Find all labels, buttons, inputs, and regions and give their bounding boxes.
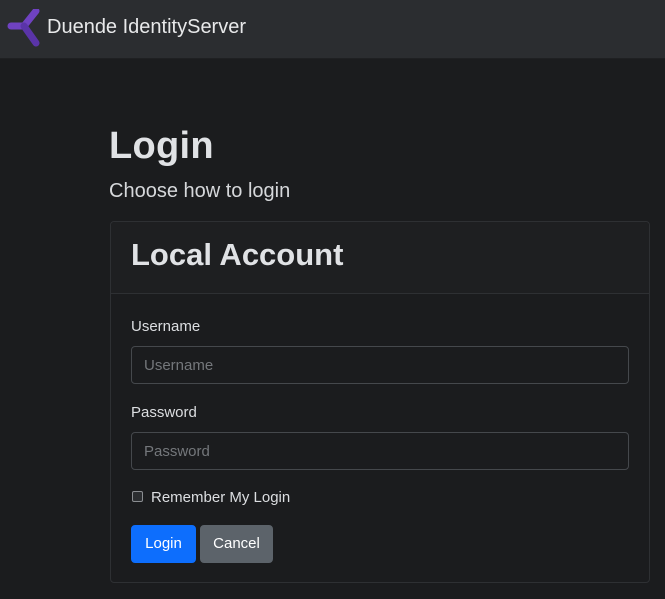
remember-login-label[interactable]: Remember My Login — [151, 489, 290, 507]
page-title: Login — [109, 125, 214, 167]
duende-logo-icon[interactable] — [7, 9, 43, 47]
username-input[interactable] — [131, 346, 629, 384]
cancel-button[interactable]: Cancel — [200, 525, 273, 563]
navbar: Duende IdentityServer — [0, 0, 665, 59]
password-input[interactable] — [131, 432, 629, 470]
login-button[interactable]: Login — [131, 525, 196, 563]
local-account-card: Local Account Username Password Remember… — [110, 221, 650, 583]
card-title: Local Account — [131, 237, 344, 272]
username-label: Username — [131, 318, 201, 335]
card-header: Local Account — [111, 222, 649, 294]
password-label: Password — [131, 404, 197, 421]
page-subtitle: Choose how to login — [109, 180, 291, 202]
remember-login-checkbox[interactable] — [132, 491, 143, 502]
brand-name[interactable]: Duende IdentityServer — [47, 15, 246, 39]
